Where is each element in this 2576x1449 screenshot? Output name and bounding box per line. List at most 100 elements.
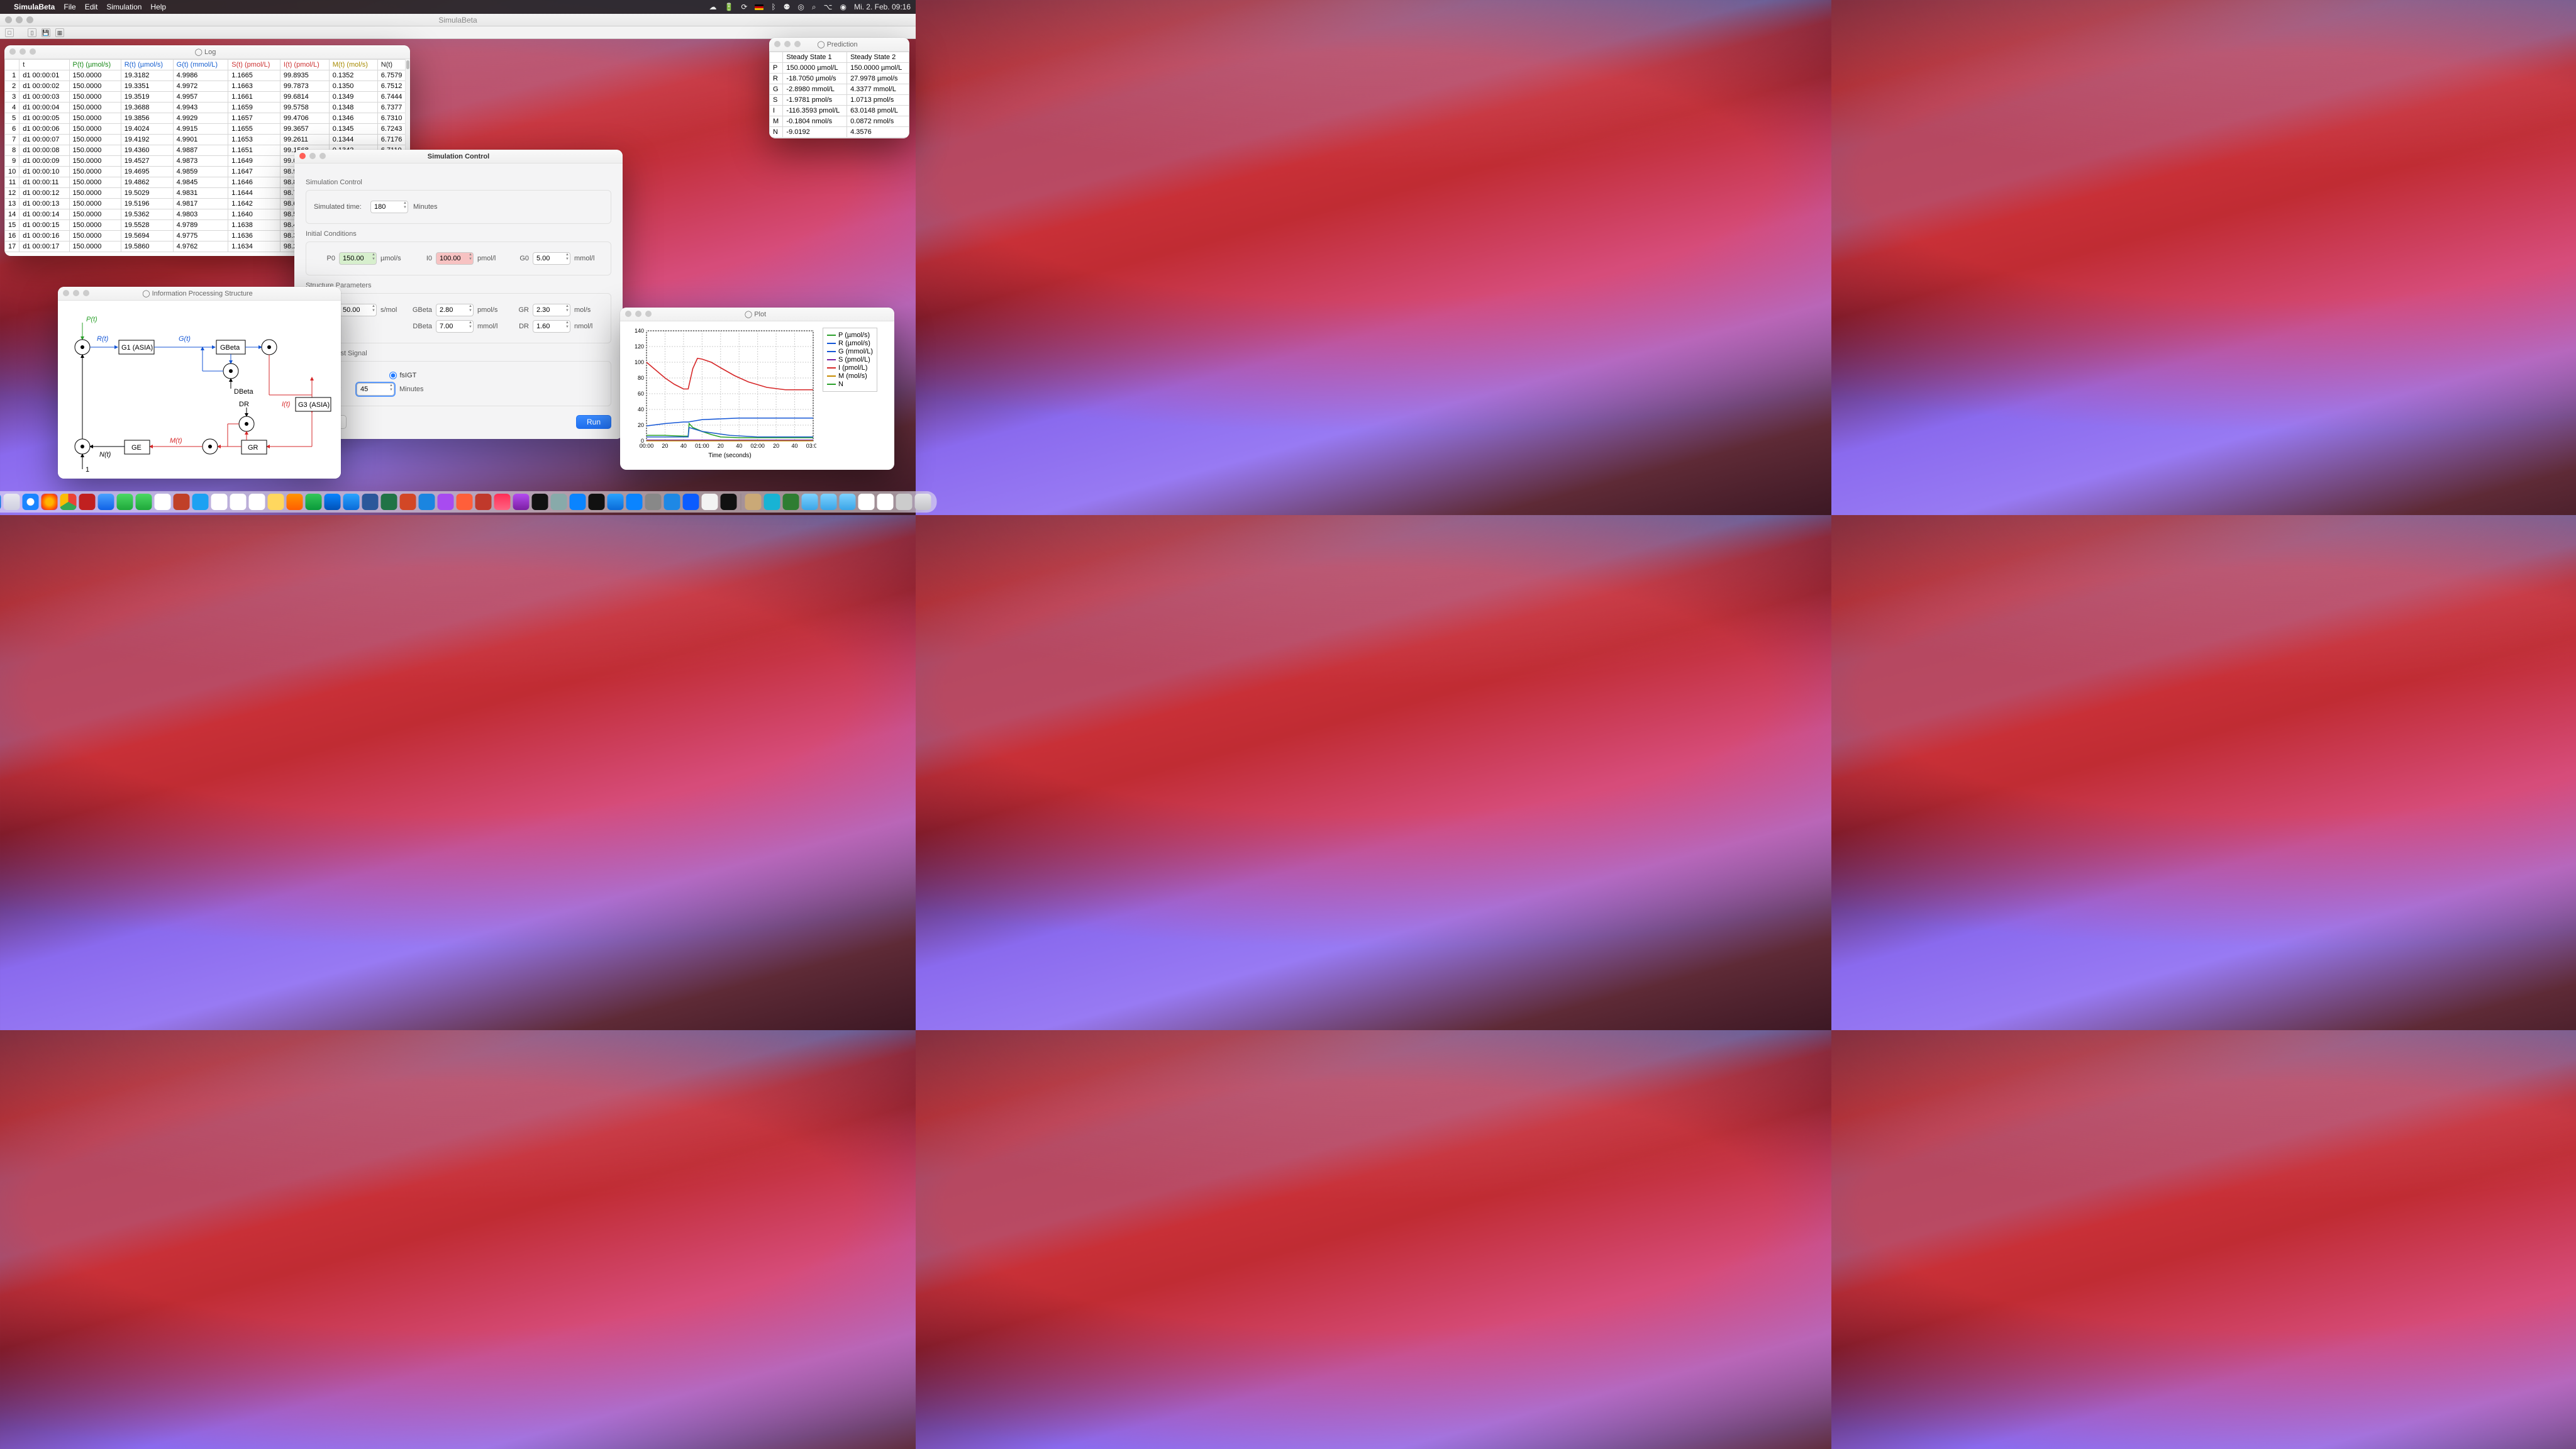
dr-stepper[interactable]: ▲▼ bbox=[533, 320, 570, 333]
table-row[interactable]: 3d1 00:00:03150.000019.35194.99571.16619… bbox=[5, 92, 410, 103]
dock-trash-icon[interactable] bbox=[915, 494, 931, 510]
dock-calendar-icon[interactable] bbox=[230, 494, 247, 510]
toolbar-save-icon[interactable]: 💾 bbox=[42, 28, 50, 37]
log-titlebar[interactable]: ◯ Log bbox=[4, 45, 410, 59]
dock-folder1-icon[interactable] bbox=[802, 494, 818, 510]
log-header[interactable]: P(t) (µmol/s) bbox=[69, 60, 121, 70]
app-traffic-lights[interactable] bbox=[5, 16, 33, 23]
dock-excel-icon[interactable] bbox=[381, 494, 397, 510]
dock-notes-icon[interactable] bbox=[268, 494, 284, 510]
log-header[interactable]: G(t) (mmol/L) bbox=[173, 60, 228, 70]
cloud-icon[interactable]: ☁︎ bbox=[709, 3, 716, 11]
log-header[interactable]: S(t) (pmol/L) bbox=[228, 60, 280, 70]
dock-bluetooth-icon[interactable] bbox=[626, 494, 643, 510]
menubar-clock[interactable]: Mi. 2. Feb. 09:16 bbox=[854, 3, 911, 11]
dock-reeder-icon[interactable] bbox=[174, 494, 190, 510]
dock-things-icon[interactable] bbox=[155, 494, 171, 510]
dock-tv-icon[interactable] bbox=[532, 494, 548, 510]
ips-titlebar[interactable]: ◯ Information Processing Structure bbox=[58, 287, 341, 301]
dock-vscode-icon[interactable] bbox=[664, 494, 680, 510]
user-icon[interactable]: ◎ bbox=[797, 3, 804, 11]
dock-box-icon[interactable] bbox=[745, 494, 762, 510]
p0-stepper[interactable]: ▲▼ bbox=[339, 252, 377, 265]
dock-xcode2-icon[interactable] bbox=[570, 494, 586, 510]
starts-input[interactable] bbox=[357, 383, 394, 396]
table-row[interactable]: 5d1 00:00:05150.000019.38564.99291.16579… bbox=[5, 113, 410, 124]
dock-firefox-icon[interactable] bbox=[42, 494, 58, 510]
control-center-icon[interactable]: ⌥ bbox=[824, 3, 833, 11]
p0-input[interactable] bbox=[339, 252, 377, 265]
prediction-titlebar[interactable]: ◯ Prediction bbox=[769, 38, 909, 52]
dock-numbers-icon[interactable] bbox=[306, 494, 322, 510]
battery-icon[interactable]: 🔋 bbox=[724, 3, 733, 11]
sim-control-titlebar[interactable]: Simulation Control bbox=[294, 150, 623, 164]
dock-music-icon[interactable] bbox=[494, 494, 511, 510]
dock-doc2-icon[interactable] bbox=[877, 494, 894, 510]
dock-doc1-icon[interactable] bbox=[858, 494, 875, 510]
i0-input[interactable] bbox=[436, 252, 474, 265]
toolbar-new-icon[interactable]: □ bbox=[5, 28, 14, 37]
dock-powerpoint-icon[interactable] bbox=[400, 494, 416, 510]
dock-preview-icon[interactable] bbox=[343, 494, 360, 510]
plot-titlebar[interactable]: ◯ Plot bbox=[620, 308, 894, 321]
dock-appstore-icon[interactable] bbox=[608, 494, 624, 510]
dbeta-stepper[interactable]: ▲▼ bbox=[436, 320, 474, 333]
starts-stepper[interactable]: ▲▼ bbox=[357, 383, 394, 396]
dock-chrome-icon[interactable] bbox=[60, 494, 77, 510]
dock-doccam-icon[interactable] bbox=[645, 494, 662, 510]
log-header[interactable] bbox=[5, 60, 19, 70]
dock-finder-icon[interactable] bbox=[0, 494, 1, 510]
spotlight-icon[interactable]: ⌕ bbox=[812, 3, 816, 12]
dock-pages-icon[interactable] bbox=[287, 494, 303, 510]
dock-slack-icon[interactable] bbox=[211, 494, 228, 510]
dock[interactable] bbox=[0, 491, 937, 513]
dock-messages-icon[interactable] bbox=[136, 494, 152, 510]
dock-stack-icon[interactable] bbox=[896, 494, 913, 510]
log-header[interactable]: t bbox=[19, 60, 69, 70]
log-header[interactable]: I(t) (pmol/L) bbox=[280, 60, 329, 70]
dock-reminders-icon[interactable] bbox=[249, 494, 265, 510]
app-name[interactable]: SimulaBeta bbox=[14, 3, 55, 11]
dock-parallels-icon[interactable] bbox=[475, 494, 492, 510]
bluetooth-icon[interactable]: ᛒ bbox=[771, 3, 775, 11]
dock-record-icon[interactable] bbox=[79, 494, 96, 510]
dr-input[interactable] bbox=[533, 320, 570, 333]
dock-affinity-publisher-icon[interactable] bbox=[457, 494, 473, 510]
siri-icon[interactable]: ◉ bbox=[840, 3, 846, 11]
sim-time-stepper[interactable]: ▲▼ bbox=[370, 201, 408, 213]
dock-safari-icon[interactable] bbox=[23, 494, 39, 510]
gr-input[interactable] bbox=[533, 304, 570, 316]
sim-time-input[interactable] bbox=[370, 201, 408, 213]
table-row[interactable]: 2d1 00:00:02150.000019.33514.99721.16639… bbox=[5, 81, 410, 92]
dock-affinity-designer-icon[interactable] bbox=[419, 494, 435, 510]
dock-podcasts-icon[interactable] bbox=[513, 494, 530, 510]
sync-icon[interactable]: ⟳ bbox=[741, 3, 747, 11]
dock-keynote-icon[interactable] bbox=[325, 494, 341, 510]
table-row[interactable]: 7d1 00:00:07150.000019.41924.99011.16539… bbox=[5, 135, 410, 145]
dock-tweetbot-icon[interactable] bbox=[192, 494, 209, 510]
dock-folder3-icon[interactable] bbox=[840, 494, 856, 510]
toolbar-export-icon[interactable]: ▦ bbox=[55, 28, 64, 37]
gbeta-stepper[interactable]: ▲▼ bbox=[436, 304, 474, 316]
run-button[interactable]: Run bbox=[576, 415, 611, 429]
radio-fsigt[interactable]: fsIGT bbox=[389, 372, 416, 379]
dbeta-input[interactable] bbox=[436, 320, 474, 333]
dock-cube-icon[interactable] bbox=[764, 494, 780, 510]
dock-mail-icon[interactable] bbox=[98, 494, 114, 510]
dock-xcode1-icon[interactable] bbox=[551, 494, 567, 510]
dock-facetime-icon[interactable] bbox=[117, 494, 133, 510]
dock-wire-icon[interactable] bbox=[721, 494, 737, 510]
log-header[interactable]: M(t) (mol/s) bbox=[329, 60, 377, 70]
menu-file[interactable]: File bbox=[64, 3, 75, 11]
menu-edit[interactable]: Edit bbox=[85, 3, 98, 11]
dock-affinity-photo-icon[interactable] bbox=[438, 494, 454, 510]
log-header[interactable]: R(t) (µmol/s) bbox=[121, 60, 173, 70]
dock-globe-icon[interactable] bbox=[783, 494, 799, 510]
ge-input[interactable] bbox=[339, 304, 377, 316]
table-row[interactable]: 4d1 00:00:04150.000019.36884.99431.16599… bbox=[5, 103, 410, 113]
dock-zoom-icon[interactable] bbox=[683, 494, 699, 510]
menu-simulation[interactable]: Simulation bbox=[106, 3, 142, 11]
ge-stepper[interactable]: ▲▼ bbox=[339, 304, 377, 316]
gr-stepper[interactable]: ▲▼ bbox=[533, 304, 570, 316]
table-row[interactable]: 1d1 00:00:01150.000019.31824.99861.16659… bbox=[5, 70, 410, 81]
